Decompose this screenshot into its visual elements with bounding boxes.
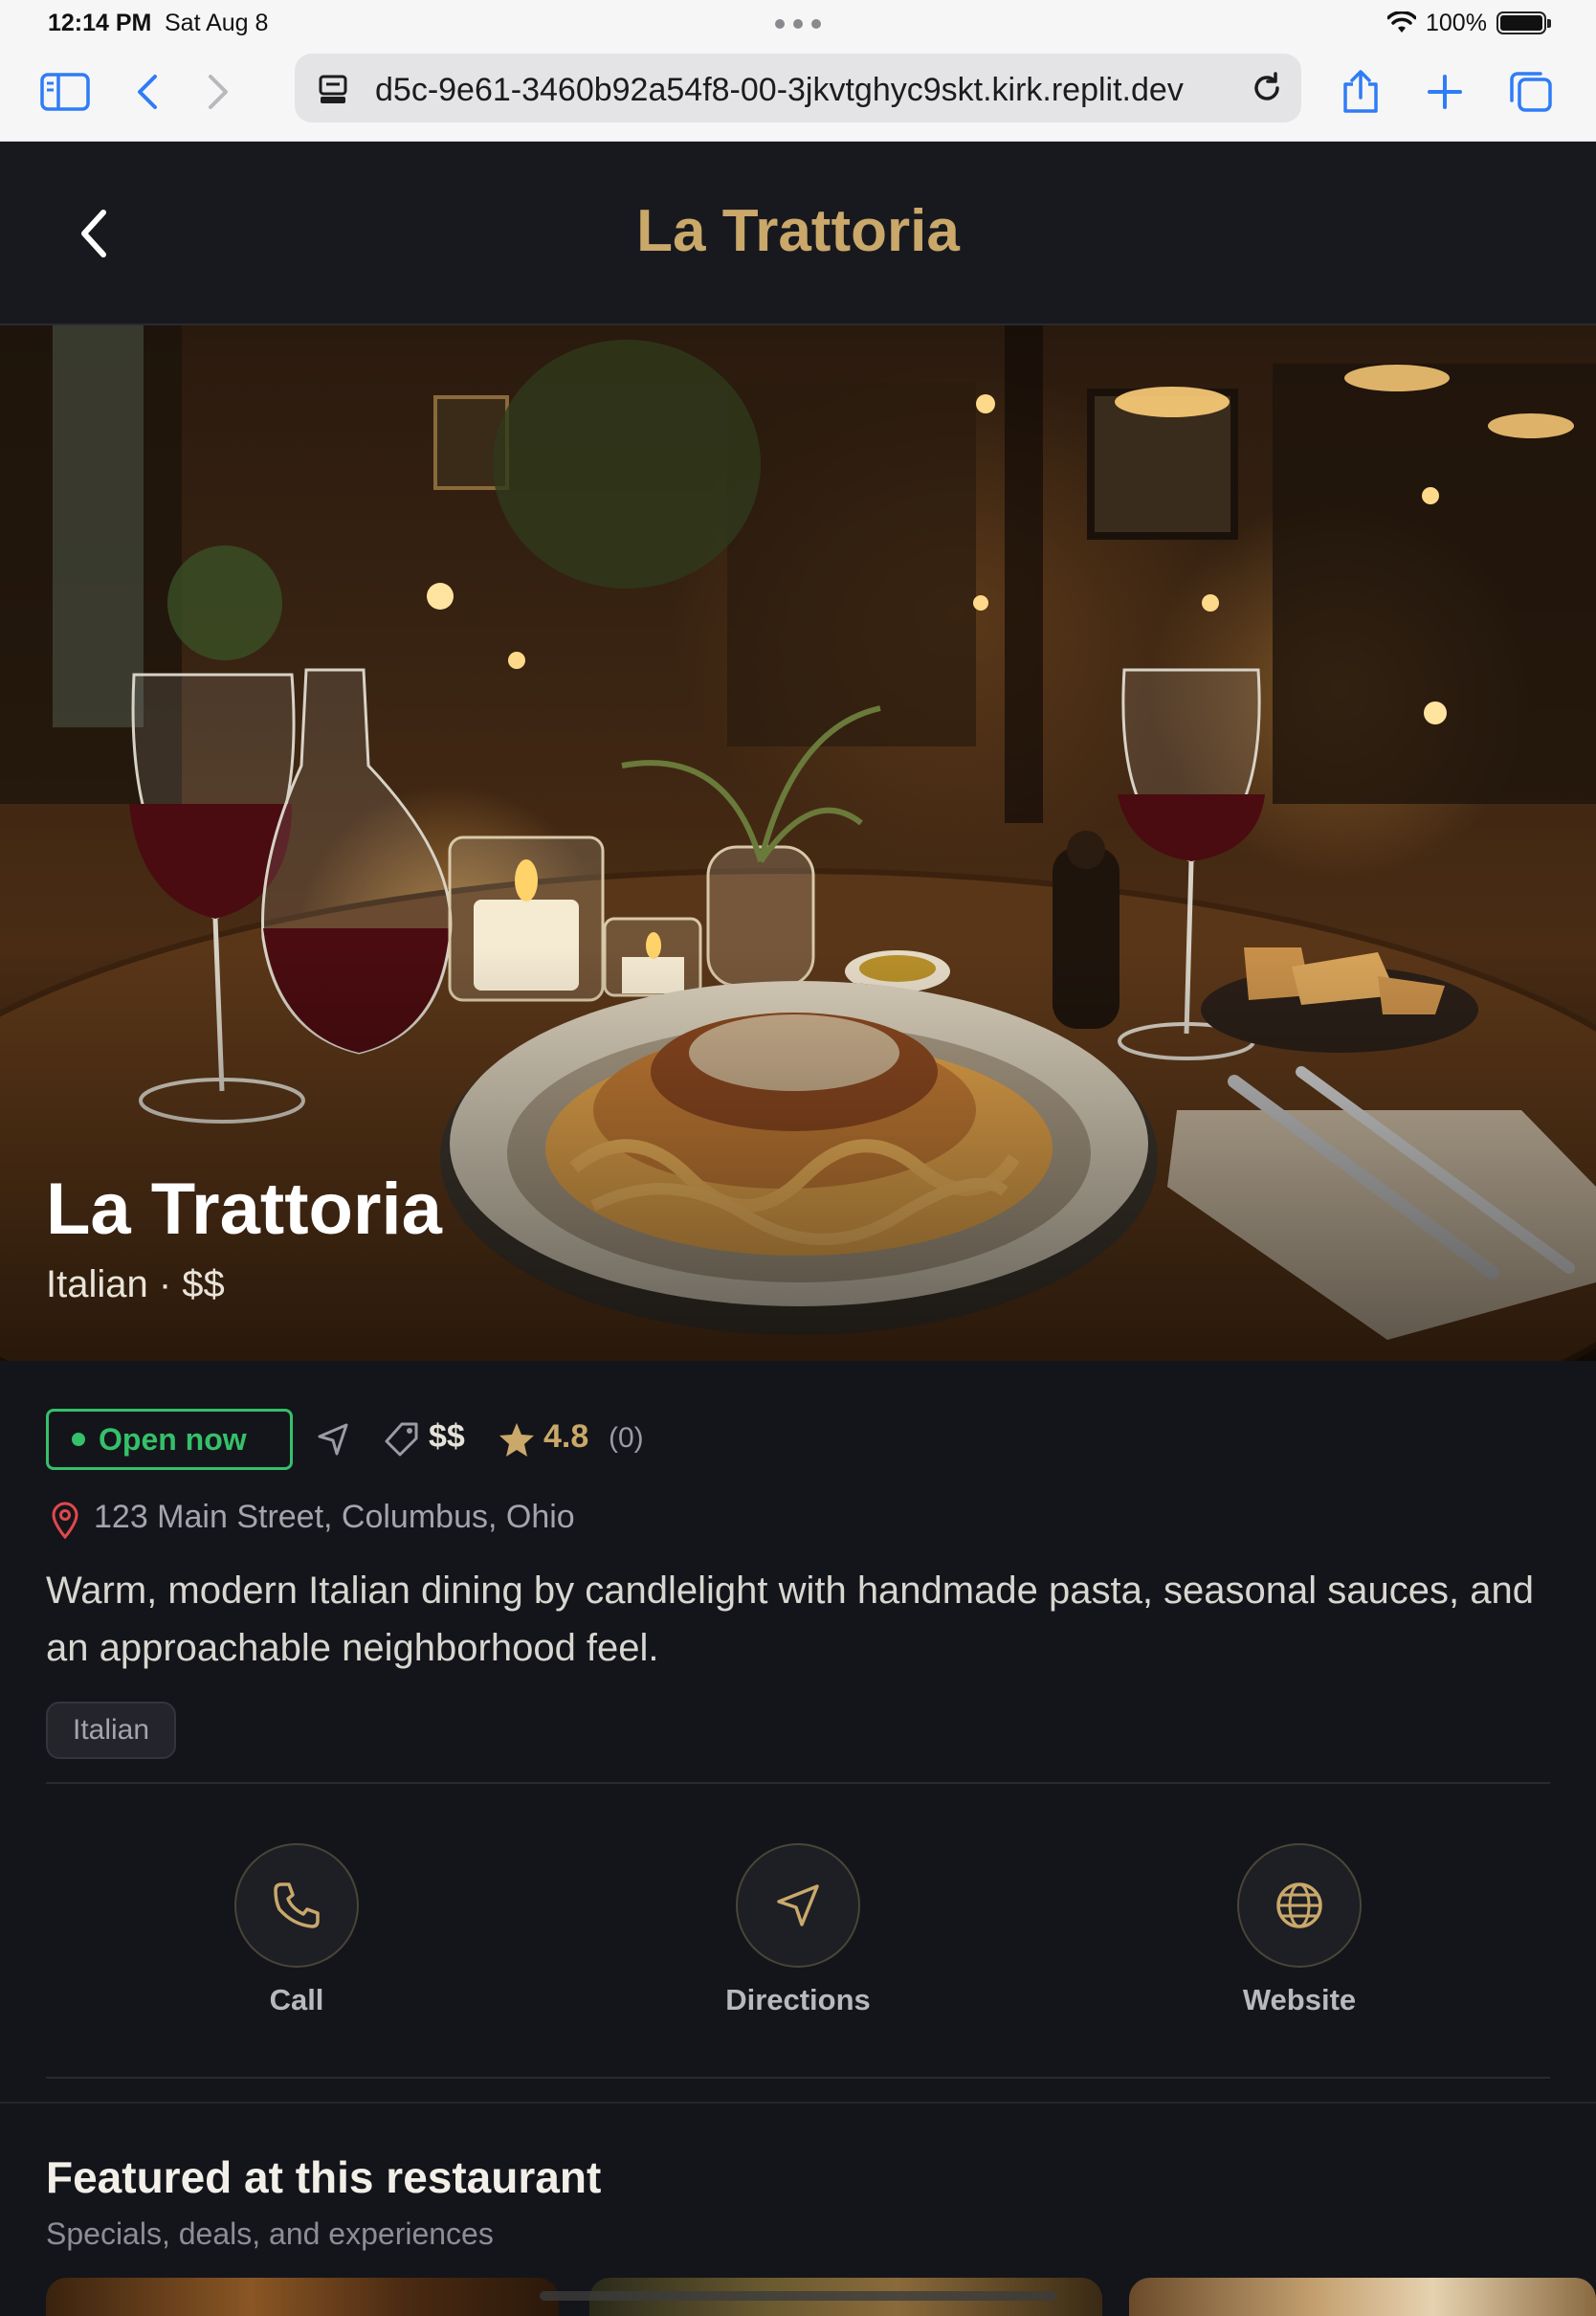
url-text[interactable]: d5c-9e61-3460b92a54f8-00-3jkvtghyc9skt.k… [375,72,1227,109]
featured-section-title: Featured at this restaurant [46,2152,602,2202]
featured-card[interactable] [1129,2278,1596,2316]
cuisine-tag-chip: Italian [46,1702,177,1759]
directions-label: Directions [725,1983,871,2016]
browser-forward-icon[interactable] [189,65,247,119]
section-separator [0,2102,1596,2104]
battery-percent: 100% [1426,10,1487,36]
page-settings-icon[interactable] [318,73,352,112]
open-status-badge: Open now [46,1409,293,1470]
browser-toolbar: d5c-9e61-3460b92a54f8-00-3jkvtghyc9skt.k… [0,46,1596,142]
rating-value: 4.8 [543,1418,589,1455]
tabs-overview-icon[interactable] [1502,65,1560,119]
featured-card[interactable] [46,2278,559,2316]
share-icon[interactable] [1332,65,1389,119]
section-divider [46,2077,1550,2079]
directions-button[interactable]: Directions [683,1843,913,2017]
globe-icon [1276,1882,1322,1928]
address-bar[interactable]: d5c-9e61-3460b92a54f8-00-3jkvtghyc9skt.k… [295,54,1301,122]
price-level: $$ [429,1418,465,1455]
star-icon [498,1420,536,1463]
browser-back-icon[interactable] [119,65,176,119]
status-date: Sat Aug 8 [165,10,269,36]
home-indicator[interactable] [540,2291,1056,2301]
call-button[interactable]: Call [182,1843,411,2017]
restaurant-description: Warm, modern Italian dining by candlelig… [46,1570,1534,1669]
navigation-arrow-icon [777,1884,819,1926]
featured-section-subtitle: Specials, deals, and experiences [46,2216,494,2251]
multitasking-dots-icon[interactable] [775,19,821,29]
price-tag-icon [383,1420,421,1463]
section-divider [46,1782,1550,1784]
open-status-text: Open now [99,1421,247,1457]
wifi-icon [1386,11,1417,39]
call-label: Call [269,1983,324,2016]
status-bar: 12:14 PM Sat Aug 8 100% [0,0,1596,46]
restaurant-cuisine-price: Italian · $$ [46,1263,225,1305]
website-label: Website [1242,1983,1357,2016]
restaurant-name: La Trattoria [46,1169,442,1250]
status-dot [72,1433,85,1446]
page-title: La Trattoria [636,198,960,264]
location-pin-icon [50,1501,80,1544]
battery-icon [1496,11,1551,34]
hero-image: La Trattoria Italian · $$ [0,325,1596,1361]
address-text: 123 Main Street, Columbus, Ohio [94,1499,575,1535]
website-button[interactable]: Website [1185,1843,1414,2017]
sidebar-toggle-icon[interactable] [36,65,94,119]
review-count: (0) [609,1422,644,1454]
new-tab-icon[interactable] [1416,65,1474,119]
phone-icon [274,1882,320,1928]
navigation-arrow-icon [314,1420,352,1463]
status-time: 12:14 PM [48,10,152,36]
reload-icon[interactable] [1250,71,1284,110]
app-header: La Trattoria [0,142,1596,325]
